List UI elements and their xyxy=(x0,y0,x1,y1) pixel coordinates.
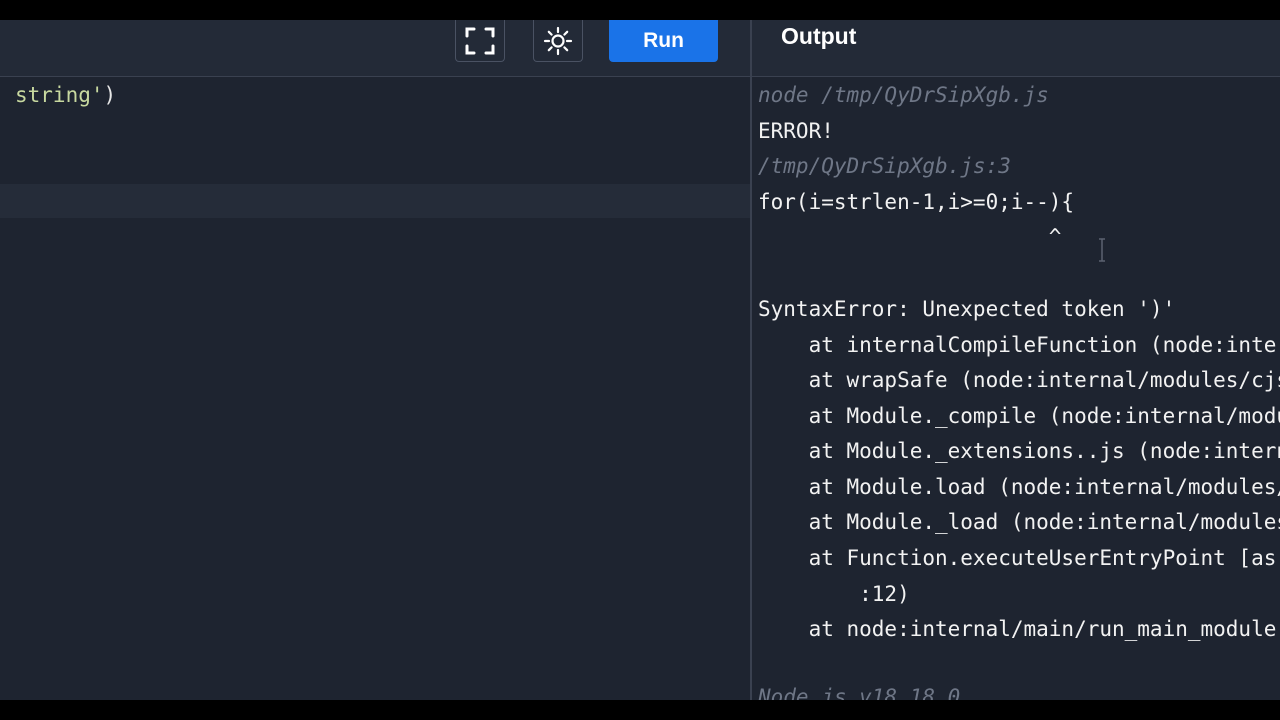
toolbar: Run xyxy=(0,20,1280,77)
letterbox-top xyxy=(0,0,1280,20)
output-line: at node:internal/main/run_main_module:23… xyxy=(808,617,1280,641)
output-line: :12) xyxy=(758,582,910,606)
output-line: ERROR! xyxy=(758,119,834,143)
text-cursor-icon xyxy=(1099,238,1105,262)
output-line: at internalCompileFunction (node:interna… xyxy=(808,333,1280,357)
sun-icon xyxy=(543,26,573,56)
code-string-fragment: string' xyxy=(15,83,104,107)
output-line: Node.js v18.18.0 xyxy=(758,685,961,700)
output-line: at wrapSafe (node:internal/modules/cjs/l… xyxy=(808,368,1280,392)
theme-toggle-button[interactable] xyxy=(533,20,583,62)
output-line: SyntaxError: Unexpected token ')' xyxy=(758,297,1176,321)
active-line-highlight xyxy=(0,184,750,218)
output-line: node /tmp/QyDrSipXgb.js xyxy=(758,83,1049,107)
output-line: at Module._compile (node:internal/module… xyxy=(808,404,1280,428)
output-line: ^ xyxy=(758,225,1062,249)
output-title: Output xyxy=(781,23,857,49)
output-line: at Module._load (node:internal/modules/c… xyxy=(808,510,1280,534)
output-line: at Module.load (node:internal/modules/cj… xyxy=(808,475,1280,499)
code-editor[interactable]: string') xyxy=(0,77,750,700)
output-line: at Function.executeUserEntryPoint [as ru… xyxy=(808,546,1277,570)
run-button[interactable]: Run xyxy=(609,20,718,62)
output-line: /tmp/QyDrSipXgb.js:3 xyxy=(758,154,1011,178)
output-line: at Module._extensions..js (node:internal… xyxy=(808,439,1280,463)
fullscreen-button[interactable] xyxy=(455,20,505,62)
output-console: node /tmp/QyDrSipXgb.js ERROR! /tmp/QyDrSi… xyxy=(752,77,1280,700)
letterbox-bottom xyxy=(0,700,1280,720)
output-line: for(i=strlen-1,i>=0;i--){ xyxy=(758,190,1075,214)
code-line: string') xyxy=(15,81,116,109)
expand-icon xyxy=(465,26,495,56)
code-paren: ) xyxy=(103,83,117,107)
